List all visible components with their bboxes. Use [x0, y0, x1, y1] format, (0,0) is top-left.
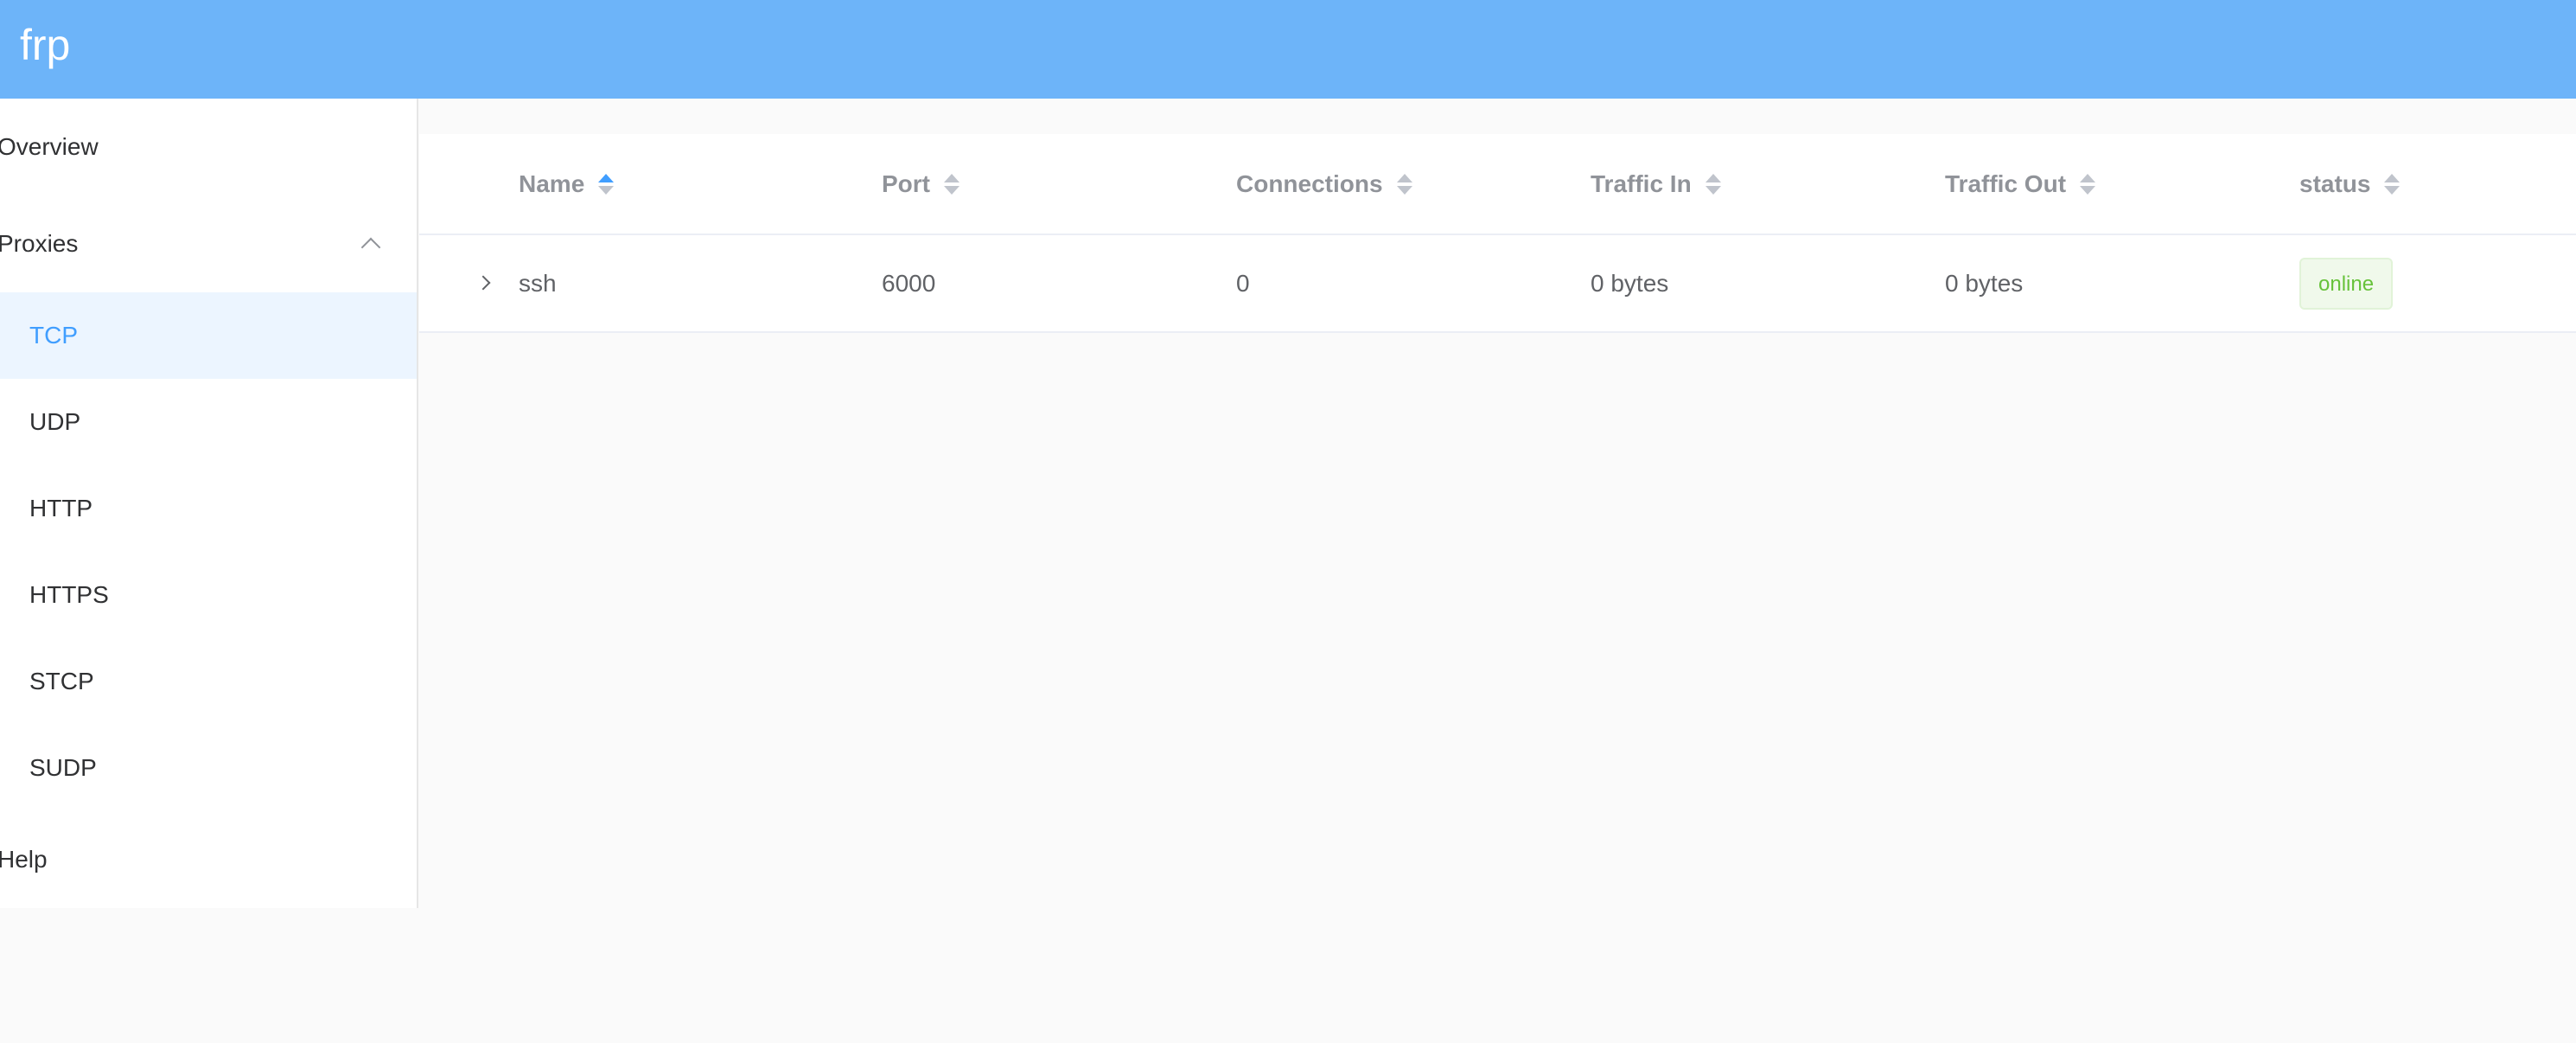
column-header-label: Connections: [1236, 170, 1383, 197]
column-header-label: Traffic In: [1591, 170, 1692, 197]
cell-port: 6000: [882, 269, 936, 297]
sidebar-item-label: STCP: [29, 668, 94, 694]
sidebar-item-label: TCP: [29, 322, 78, 349]
cell-connections: 0: [1236, 269, 1250, 297]
column-header-traffic-out[interactable]: Traffic Out: [1945, 134, 2097, 234]
table-row[interactable]: ssh 6000 0 0 bytes 0 bytes online: [419, 235, 2576, 333]
sidebar-item-proxies[interactable]: Proxies: [0, 195, 414, 292]
sidebar-item-label: HTTP: [29, 495, 93, 522]
sidebar-item-label: Overview: [0, 133, 99, 160]
cell-status: online: [2299, 235, 2394, 331]
column-header-label: Name: [519, 170, 585, 197]
sidebar-item-label: HTTPS: [29, 581, 109, 608]
app-brand[interactable]: frp: [20, 19, 70, 71]
column-header-label: Traffic Out: [1945, 170, 2067, 197]
column-header-traffic-in[interactable]: Traffic In: [1591, 134, 1723, 234]
top-header: frp: [0, 0, 2576, 99]
sidebar-item-tcp[interactable]: TCP: [0, 292, 417, 379]
column-header-status[interactable]: status: [2299, 134, 2401, 234]
proxy-table: Name Port Connections Traffic In Traffic…: [419, 134, 2576, 333]
sidebar-item-help[interactable]: Help: [0, 811, 414, 908]
column-header-label: Port: [882, 170, 930, 197]
table-header: Name Port Connections Traffic In Traffic…: [419, 134, 2576, 235]
sidebar-item-https[interactable]: HTTPS: [0, 552, 417, 638]
sidebar-item-overview[interactable]: Overview: [0, 99, 414, 195]
cell-name: ssh: [519, 269, 557, 297]
sort-caret-icon[interactable]: [2384, 171, 2401, 197]
sidebar-item-udp[interactable]: UDP: [0, 379, 417, 465]
sidebar-item-sudp[interactable]: SUDP: [0, 725, 417, 811]
column-header-port[interactable]: Port: [882, 134, 961, 234]
column-header-name[interactable]: Name: [519, 134, 615, 234]
sort-caret-icon[interactable]: [1396, 171, 1414, 197]
sort-caret-icon[interactable]: [944, 171, 961, 197]
column-header-label: status: [2299, 170, 2371, 197]
chevron-right-icon: [475, 275, 491, 291]
chevron-up-icon: [360, 237, 381, 258]
sort-caret-icon[interactable]: [598, 171, 615, 197]
sort-caret-icon[interactable]: [2080, 171, 2097, 197]
cell-traffic-in: 0 bytes: [1591, 269, 1669, 297]
status-badge: online: [2299, 257, 2394, 310]
sidebar-item-label: Proxies: [0, 230, 79, 257]
row-expand-button[interactable]: [443, 266, 491, 300]
column-header-connections[interactable]: Connections: [1236, 134, 1414, 234]
sidebar-item-label: UDP: [29, 408, 81, 435]
sidebar-menu: Overview Proxies TCP UDP HTTP HTTPS STCP…: [0, 99, 418, 908]
sidebar-item-label: SUDP: [29, 754, 97, 781]
sidebar-item-http[interactable]: HTTP: [0, 465, 417, 552]
sidebar-item-label: Help: [0, 846, 48, 873]
sidebar-item-stcp[interactable]: STCP: [0, 638, 417, 725]
cell-traffic-out: 0 bytes: [1945, 269, 2024, 297]
sort-caret-icon[interactable]: [1705, 171, 1723, 197]
